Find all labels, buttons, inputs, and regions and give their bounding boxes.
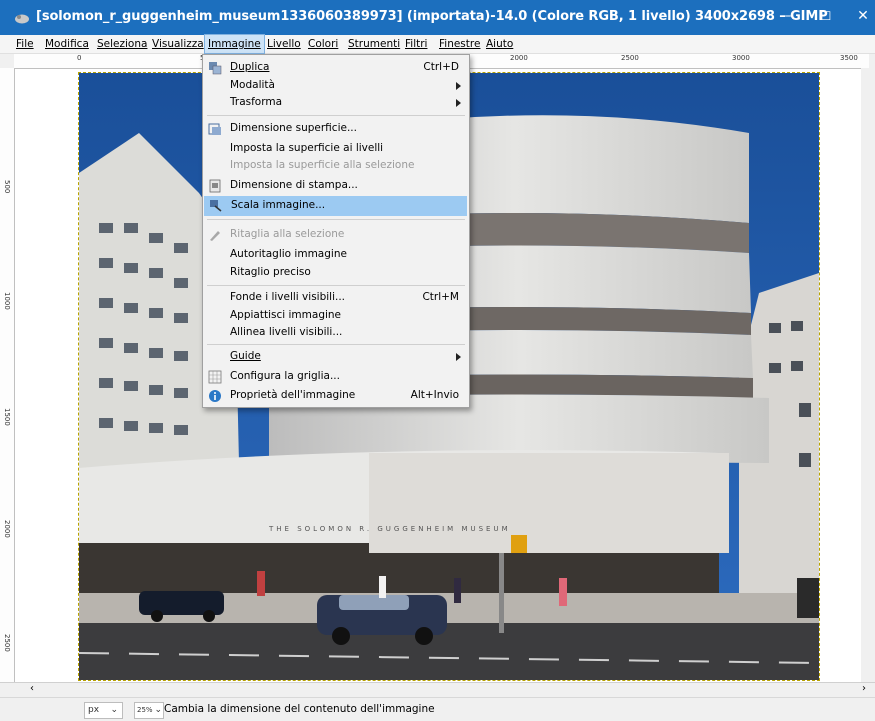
menu-item-allinea-livelli[interactable]: Allinea livelli visibili... [203, 323, 469, 343]
menu-item-superficie-selezione[interactable]: Imposta la superficie alla selezione [203, 156, 469, 176]
menu-file[interactable]: File [13, 35, 37, 53]
menu-livello[interactable]: Livello [264, 35, 304, 53]
chevron-down-icon: ⌄ [110, 705, 118, 715]
grid-icon [208, 370, 222, 384]
vertical-scrollbar[interactable] [861, 68, 875, 682]
menu-item-fonde-livelli[interactable]: Fonde i livelli visibili... Ctrl+M [203, 288, 469, 308]
vertical-ruler[interactable]: 500 1000 1500 2000 2500 [0, 68, 15, 682]
ruler-corner[interactable] [0, 54, 15, 69]
horizontal-scrollbar[interactable]: ‹ › [0, 682, 875, 697]
title-bar: [solomon_r_guggenheim_museum133606038997… [0, 0, 875, 35]
submenu-arrow-icon [456, 82, 461, 90]
menu-seleziona[interactable]: Seleziona [94, 35, 150, 53]
status-message: Cambia la dimensione del contenuto dell'… [164, 703, 435, 715]
menu-filtri[interactable]: Filtri [402, 35, 430, 53]
menu-item-ritaglio-preciso[interactable]: Ritaglio preciso [203, 263, 469, 283]
crop-icon [210, 231, 220, 241]
chevron-down-icon: ⌄ [154, 705, 162, 715]
submenu-arrow-icon [456, 353, 461, 361]
menu-item-autoritaglio[interactable]: Autoritaglio immagine [203, 245, 469, 265]
car-right [797, 578, 819, 618]
menu-separator [207, 219, 465, 220]
unit-selector[interactable]: px ⌄ [84, 702, 123, 719]
submenu-arrow-icon [456, 99, 461, 107]
menu-item-trasforma[interactable]: Trasforma [203, 93, 469, 113]
scroll-right-icon[interactable]: › [862, 683, 866, 694]
menu-item-duplica[interactable]: Duplica Ctrl+D [203, 58, 469, 78]
ruler-label: 500 [3, 180, 11, 194]
menu-bar: File Modifica Seleziona Visualizza Immag… [0, 34, 875, 54]
menu-item-dimensione-superficie[interactable]: Dimensione superficie... [203, 119, 469, 139]
maximize-button[interactable]: ☐ [816, 6, 836, 26]
ruler-label: 1500 [3, 408, 11, 426]
print-size-icon [209, 179, 221, 193]
ruler-label: 0 [77, 54, 82, 62]
menu-modifica[interactable]: Modifica [42, 35, 92, 53]
ruler-label: 3000 [732, 54, 750, 62]
canvas-size-icon [208, 123, 221, 135]
duplicate-icon [209, 62, 222, 75]
menu-colori[interactable]: Colori [305, 35, 341, 53]
ruler-label: 3500 [840, 54, 858, 62]
ruler-label: 2500 [621, 54, 639, 62]
museum-facade-lettering: THE SOLOMON R. GUGGENHEIM MUSEUM [268, 525, 511, 533]
menu-item-proprieta[interactable]: Proprietà dell'immagine Alt+Invio [203, 386, 469, 406]
menu-separator [207, 285, 465, 286]
menu-item-scala-immagine[interactable]: Scala immagine... [204, 196, 467, 216]
ruler-label: 2000 [3, 520, 11, 538]
image-menu-dropdown: Duplica Ctrl+D Modalità Trasforma Dimens… [202, 54, 470, 408]
ruler-label: 1000 [3, 292, 11, 310]
menu-item-ritaglia-selezione[interactable]: Ritaglia alla selezione [203, 225, 469, 245]
scale-image-icon [210, 200, 222, 212]
menu-finestre[interactable]: Finestre [436, 35, 483, 53]
menu-immagine[interactable]: Immagine [204, 34, 265, 54]
menu-separator [207, 115, 465, 116]
menu-item-guide[interactable]: Guide [203, 347, 469, 367]
menu-strumenti[interactable]: Strumenti [345, 35, 403, 53]
status-bar: px ⌄ 25% ⌄ Cambia la dimensione del conten… [0, 697, 875, 721]
gimp-app-icon [15, 14, 29, 24]
zoom-selector[interactable]: 25% ⌄ [134, 702, 164, 719]
ruler-label: 2500 [3, 634, 11, 652]
scroll-left-icon[interactable]: ‹ [30, 683, 34, 694]
ruler-label: 2000 [510, 54, 528, 62]
close-button[interactable]: ✕ [853, 6, 873, 26]
menu-separator [207, 344, 465, 345]
minimize-button[interactable]: – [778, 6, 798, 26]
menu-item-dimensione-stampa[interactable]: Dimensione di stampa... [203, 176, 469, 196]
window-title: [solomon_r_guggenheim_museum133606038997… [36, 9, 828, 24]
menu-aiuto[interactable]: Aiuto [483, 35, 516, 53]
menu-visualizza[interactable]: Visualizza [149, 35, 207, 53]
menu-item-griglia[interactable]: Configura la griglia... [203, 367, 469, 387]
info-icon [209, 390, 221, 402]
